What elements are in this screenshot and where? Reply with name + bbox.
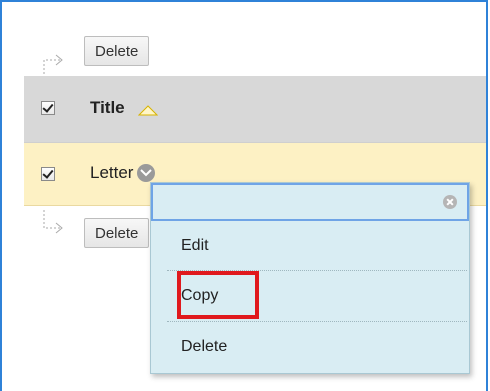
menu-item-delete[interactable]: Delete — [151, 322, 469, 372]
select-all-checkbox[interactable] — [41, 101, 55, 115]
item-menu-button[interactable] — [137, 164, 155, 182]
column-header-title[interactable]: Title — [90, 98, 125, 118]
menu-item-copy[interactable]: Copy — [151, 271, 469, 321]
row-title[interactable]: Letter — [90, 163, 133, 183]
chevron-down-icon — [140, 169, 152, 177]
delete-button-top[interactable]: Delete — [84, 36, 150, 66]
table-header-row: Title — [24, 76, 486, 143]
row-checkbox[interactable] — [41, 167, 55, 181]
context-menu-header — [151, 183, 469, 221]
sort-ascending-icon[interactable] — [138, 104, 158, 116]
context-menu: Edit Copy Delete — [150, 182, 470, 374]
close-icon[interactable] — [443, 195, 457, 209]
delete-button-bottom[interactable]: Delete — [84, 218, 150, 248]
menu-item-edit[interactable]: Edit — [151, 221, 469, 271]
tree-arrow-icon — [43, 210, 63, 234]
